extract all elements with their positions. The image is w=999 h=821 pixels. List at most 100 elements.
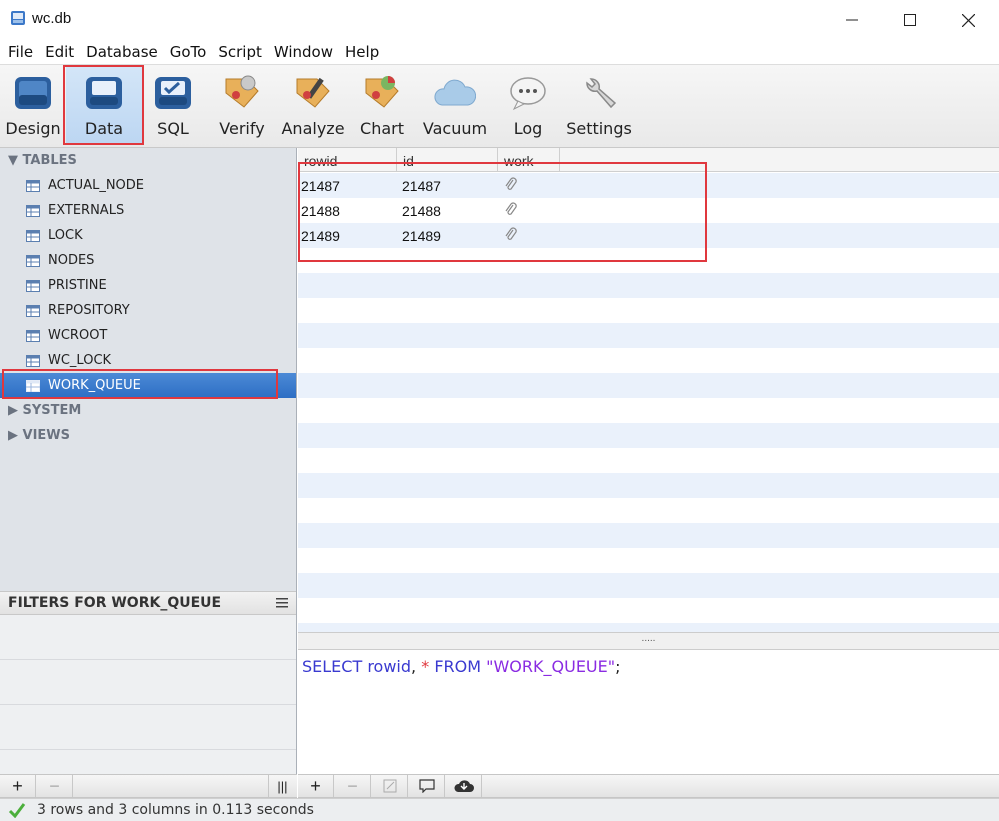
attachment-icon[interactable] — [504, 202, 518, 218]
settings-label: Settings — [566, 119, 632, 138]
sidebar-item-nodes[interactable]: NODES — [0, 248, 296, 273]
table-row[interactable]: 21489 21489 — [298, 223, 999, 248]
remove-filter-button[interactable]: − — [37, 775, 73, 797]
cell-rowid[interactable]: 21488 — [301, 203, 340, 219]
empty-row — [298, 473, 999, 498]
data-label: Data — [84, 119, 124, 138]
table-name: EXTERNALS — [48, 203, 125, 218]
cell-id[interactable]: 21487 — [402, 178, 441, 194]
toolbar: Design Data SQL Verify Analyze Chart Vac… — [0, 64, 999, 148]
filters-panel: FILTERS FOR WORK_QUEUE — [0, 591, 297, 774]
menu-goto[interactable]: GoTo — [166, 43, 215, 61]
design-button[interactable]: Design — [2, 65, 64, 145]
menu-bar: File Edit Database GoTo Script Window He… — [0, 40, 999, 64]
hamburger-menu-icon[interactable] — [276, 597, 288, 609]
settings-button[interactable]: Settings — [566, 65, 632, 145]
table-icon — [26, 179, 40, 192]
table-icon — [26, 329, 40, 342]
minus-icon: − — [347, 775, 358, 796]
menu-edit[interactable]: Edit — [41, 43, 82, 61]
sidebar-item-lock[interactable]: LOCK — [0, 223, 296, 248]
grid-button-bar: + − — [298, 774, 999, 798]
expand-down-icon: ▼ — [8, 153, 18, 168]
minimize-button[interactable] — [823, 0, 881, 40]
empty-row — [298, 573, 999, 598]
filter-row — [0, 660, 296, 705]
empty-row — [298, 248, 999, 273]
columns-button[interactable]: ||| — [268, 775, 296, 797]
column-header-rowid[interactable]: rowid — [298, 148, 397, 172]
close-button[interactable] — [939, 0, 997, 40]
menu-file[interactable]: File — [4, 43, 41, 61]
views-heading[interactable]: ▶ VIEWS — [8, 428, 70, 443]
column-header-work[interactable]: work — [498, 148, 560, 172]
menu-database[interactable]: Database — [82, 43, 166, 61]
database-app-icon — [11, 11, 25, 25]
table-row[interactable]: 21487 21487 — [298, 173, 999, 198]
data-button[interactable]: Data — [66, 65, 142, 145]
sidebar-item-actual-node[interactable]: ACTUAL_NODE — [0, 173, 296, 198]
sql-icon — [155, 77, 191, 109]
cloud-download-icon — [453, 780, 474, 792]
add-filter-button[interactable]: + — [0, 775, 36, 797]
table-name: NODES — [48, 253, 95, 268]
vacuum-button[interactable]: Vacuum — [422, 65, 488, 145]
chart-button[interactable]: Chart — [356, 65, 408, 145]
empty-row — [298, 423, 999, 448]
table-icon — [26, 379, 40, 392]
table-name: WCROOT — [48, 328, 108, 343]
comment-button[interactable] — [409, 775, 445, 797]
empty-row — [298, 298, 999, 323]
sidebar-item-wc-lock[interactable]: WC_LOCK — [0, 348, 296, 373]
edit-row-button[interactable] — [372, 775, 408, 797]
cell-rowid[interactable]: 21489 — [301, 228, 340, 244]
sidebar: ▼ TABLES ACTUAL_NODE EXTERNALS LOCK NODE… — [0, 148, 297, 591]
design-icon — [15, 77, 51, 109]
attachment-icon[interactable] — [504, 177, 518, 193]
table-name: ACTUAL_NODE — [48, 178, 145, 193]
cell-rowid[interactable]: 21487 — [301, 178, 340, 194]
menu-help[interactable]: Help — [341, 43, 387, 61]
verify-button[interactable]: Verify — [214, 65, 270, 145]
sidebar-item-externals[interactable]: EXTERNALS — [0, 198, 296, 223]
cell-id[interactable]: 21488 — [402, 203, 441, 219]
splitter-handle[interactable]: ..... — [298, 632, 999, 650]
sql-editor[interactable]: SELECT rowid, * FROM "WORK_QUEUE"; — [298, 650, 999, 774]
data-grid: rowid id work 21487 21487 21488 21488 21… — [298, 148, 999, 632]
empty-row — [298, 273, 999, 298]
add-row-button[interactable]: + — [298, 775, 334, 797]
attachment-icon[interactable] — [504, 227, 518, 243]
delete-row-button[interactable]: − — [335, 775, 371, 797]
table-name: WORK_QUEUE — [48, 378, 141, 393]
analyze-button[interactable]: Analyze — [281, 65, 345, 145]
table-row[interactable]: 21488 21488 — [298, 198, 999, 223]
filter-row — [0, 705, 296, 750]
system-heading[interactable]: ▶ SYSTEM — [8, 403, 81, 418]
menu-window[interactable]: Window — [270, 43, 341, 61]
empty-row — [298, 548, 999, 573]
empty-row — [298, 398, 999, 423]
columns-icon: ||| — [277, 778, 288, 794]
close-icon — [961, 13, 975, 27]
menu-script[interactable]: Script — [214, 43, 270, 61]
empty-row — [298, 348, 999, 373]
table-icon — [26, 229, 40, 242]
column-header-id[interactable]: id — [397, 148, 498, 172]
log-button[interactable]: Log — [506, 65, 550, 145]
table-name: REPOSITORY — [48, 303, 130, 318]
sidebar-item-wcroot[interactable]: WCROOT — [0, 323, 296, 348]
log-label: Log — [513, 119, 543, 138]
maximize-button[interactable] — [881, 0, 939, 40]
sidebar-item-work-queue[interactable]: WORK_QUEUE — [0, 373, 296, 398]
analyze-icon — [296, 77, 330, 108]
sql-statement[interactable]: SELECT rowid, * FROM "WORK_QUEUE"; — [302, 657, 621, 676]
tables-heading[interactable]: ▼ TABLES — [8, 153, 77, 168]
sql-button[interactable]: SQL — [146, 65, 200, 145]
filters-title: FILTERS FOR WORK_QUEUE — [8, 595, 222, 611]
sidebar-item-pristine[interactable]: PRISTINE — [0, 273, 296, 298]
cell-id[interactable]: 21489 — [402, 228, 441, 244]
empty-row — [298, 623, 999, 632]
checkmark-icon — [8, 803, 26, 818]
sidebar-item-repository[interactable]: REPOSITORY — [0, 298, 296, 323]
cloud-export-button[interactable] — [446, 775, 482, 797]
